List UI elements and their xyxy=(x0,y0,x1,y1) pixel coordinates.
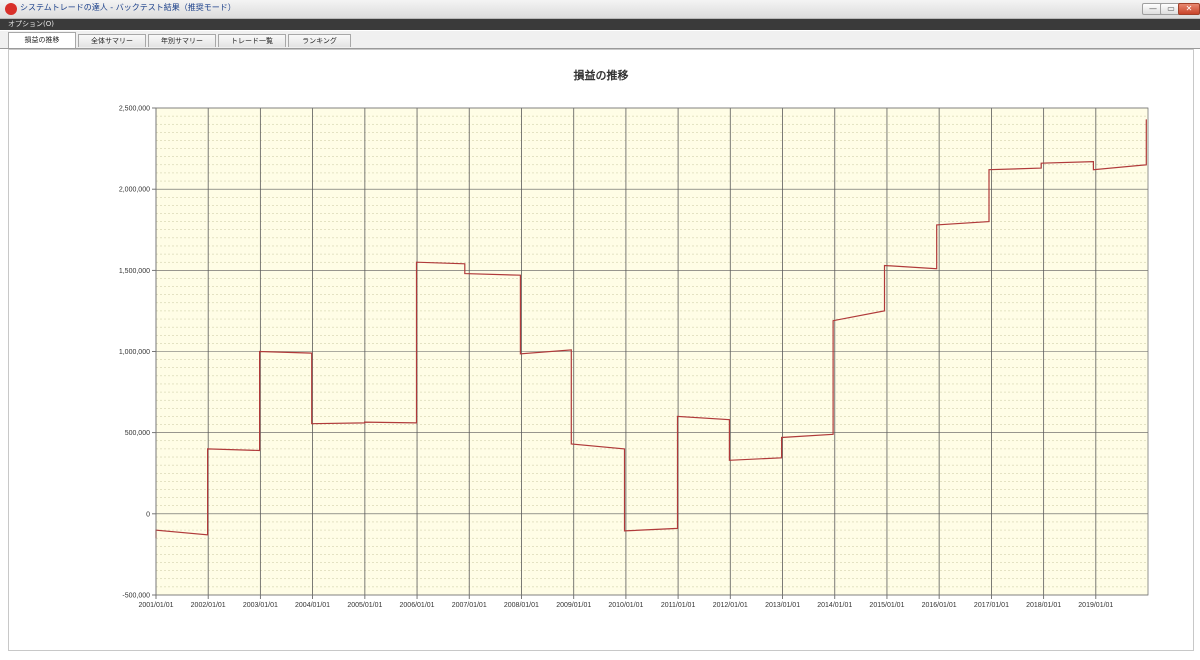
tab-ranking[interactable]: ランキング xyxy=(288,34,351,47)
x-tick-label: 2001/01/01 xyxy=(138,602,173,609)
y-tick-label: 2,500,000 xyxy=(119,106,150,113)
y-tick-label: 0 xyxy=(146,511,150,518)
x-tick-label: 2006/01/01 xyxy=(400,602,435,609)
x-tick-label: 2008/01/01 xyxy=(504,602,539,609)
tab-trade-list[interactable]: トレード一覧 xyxy=(218,34,286,47)
x-tick-label: 2007/01/01 xyxy=(452,602,487,609)
chart-title: 損益の推移 xyxy=(574,68,629,82)
y-tick-label: 500,000 xyxy=(125,430,150,437)
chart-panel: 損益の推移 -500,000 0 500,000 1,000,000 1,500,000… xyxy=(8,49,1194,651)
y-axis: -500,000 0 500,000 1,000,000 1,500,000 2,000,… xyxy=(119,106,156,600)
x-tick-label: 2018/01/01 xyxy=(1026,602,1061,609)
x-axis: 2001/01/01 2002/01/01 2003/01/01 2004/01/01… xyxy=(138,595,1113,609)
tab-bar: 損益の推移 全体サマリー 年別サマリー トレード一覧 ランキング xyxy=(0,31,1200,49)
tab-profit-transition[interactable]: 損益の推移 xyxy=(8,32,76,48)
profit-chart: 損益の推移 -500,000 0 500,000 1,000,000 1,500,000… xyxy=(119,68,1149,609)
x-tick-label: 2004/01/01 xyxy=(295,602,330,609)
window-title-bar: システムトレードの達人 - バックテスト結果（推奨モード） — ▭ ✕ xyxy=(0,0,1200,19)
window-title: システムトレードの達人 - バックテスト結果（推奨モード） xyxy=(20,3,236,12)
x-tick-label: 2014/01/01 xyxy=(817,602,852,609)
menu-bar: オプション(O) xyxy=(0,19,1200,30)
app-logo-icon xyxy=(5,3,17,15)
menu-options[interactable]: オプション(O) xyxy=(8,19,54,30)
y-tick-label: 1,500,000 xyxy=(119,268,150,275)
x-tick-label: 2002/01/01 xyxy=(191,602,226,609)
y-tick-label: -500,000 xyxy=(122,593,150,600)
y-tick-label: 2,000,000 xyxy=(119,187,150,194)
tab-overall-summary[interactable]: 全体サマリー xyxy=(78,34,146,47)
x-tick-label: 2019/01/01 xyxy=(1078,602,1113,609)
tab-yearly-summary[interactable]: 年別サマリー xyxy=(148,34,216,47)
y-tick-label: 1,000,000 xyxy=(119,349,150,356)
x-tick-label: 2011/01/01 xyxy=(661,602,696,609)
close-button[interactable]: ✕ xyxy=(1178,3,1200,15)
x-tick-label: 2017/01/01 xyxy=(974,602,1009,609)
x-tick-label: 2015/01/01 xyxy=(869,602,904,609)
x-tick-label: 2005/01/01 xyxy=(347,602,382,609)
x-tick-label: 2003/01/01 xyxy=(243,602,278,609)
x-tick-label: 2013/01/01 xyxy=(765,602,800,609)
x-tick-label: 2010/01/01 xyxy=(608,602,643,609)
x-tick-label: 2016/01/01 xyxy=(922,602,957,609)
x-tick-label: 2012/01/01 xyxy=(713,602,748,609)
x-tick-label: 2009/01/01 xyxy=(556,602,591,609)
